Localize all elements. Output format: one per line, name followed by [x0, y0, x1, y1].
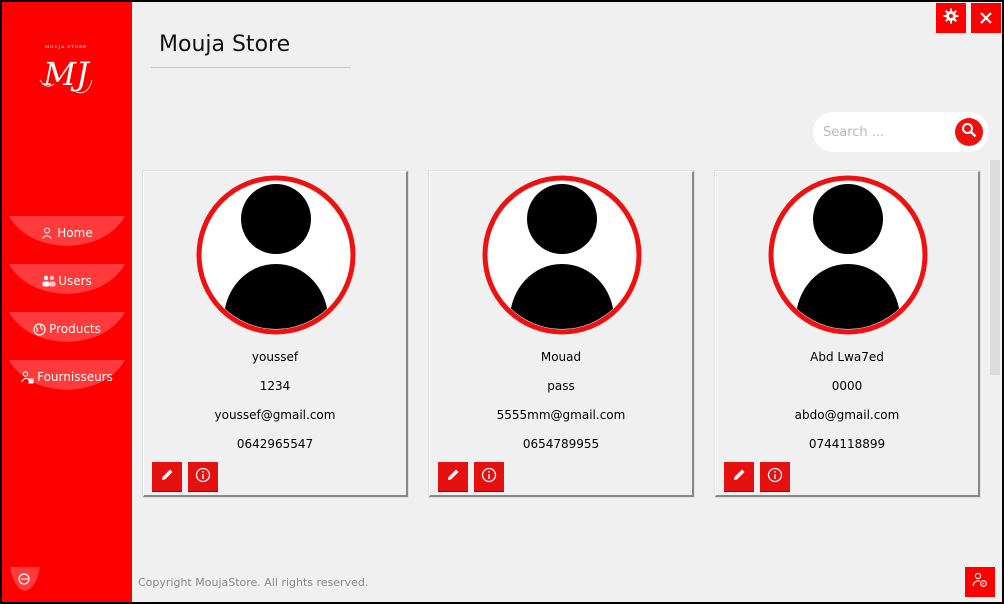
sidebar-item-products[interactable]: Products [9, 312, 125, 342]
svg-text:MJ: MJ [42, 55, 91, 93]
avatar [481, 174, 643, 336]
user-icon [41, 227, 53, 239]
user-email: youssef@gmail.com [214, 408, 336, 422]
close-button[interactable] [971, 3, 1001, 33]
footer-copyright: Copyright MoujaStore. All rights reserve… [138, 576, 369, 589]
user-phone: 0744118899 [808, 437, 886, 451]
user-name: youssef [251, 350, 299, 364]
user-settings-button[interactable] [965, 567, 995, 597]
supplier-icon [21, 371, 34, 384]
page-title: Mouja Store [159, 32, 291, 57]
settings-button[interactable] [936, 3, 966, 33]
globe-icon [33, 323, 46, 336]
user-card: Abd Lwa7ed 0000 abdo@gmail.com 074411889… [715, 171, 980, 497]
pencil-icon [446, 467, 460, 486]
user-name: Mouad [540, 350, 582, 364]
close-icon [980, 9, 992, 28]
search-box [813, 112, 989, 152]
user-password: 0000 [831, 379, 863, 393]
users-icon [42, 275, 56, 287]
user-email: abdo@gmail.com [794, 408, 900, 422]
sidebar-item-fournisseurs[interactable]: Fournisseurs [9, 360, 125, 390]
info-icon [195, 467, 211, 487]
sidebar-item-users[interactable]: Users [9, 264, 125, 294]
pencil-icon [160, 467, 174, 486]
info-button[interactable] [474, 462, 504, 492]
vertical-scrollbar[interactable] [990, 160, 1000, 375]
title-divider [151, 67, 351, 68]
user-phone: 0642965547 [236, 437, 314, 451]
info-button[interactable] [760, 462, 790, 492]
search-input[interactable] [823, 122, 953, 142]
logout-button[interactable] [10, 567, 40, 591]
edit-button[interactable] [152, 462, 182, 492]
svg-text:MOUJA STORE: MOUJA STORE [45, 44, 87, 49]
pencil-icon [732, 467, 746, 486]
app-logo: MOUJA STORE MJ [32, 40, 100, 100]
search-button[interactable] [955, 118, 983, 146]
sidebar-item-label: Products [49, 322, 101, 336]
user-email: 5555mm@gmail.com [496, 408, 626, 422]
user-password: 1234 [259, 379, 291, 393]
avatar [195, 174, 357, 336]
avatar [767, 174, 929, 336]
info-icon [767, 467, 783, 487]
user-password: pass [547, 379, 575, 393]
info-button[interactable] [188, 462, 218, 492]
search-icon [961, 122, 977, 142]
app-window: MOUJA STORE MJ Home Users Products Fourn… [1, 1, 1003, 603]
user-name: Abd Lwa7ed [810, 350, 884, 364]
sidebar-item-label: Users [58, 274, 92, 288]
user-phone: 0654789955 [522, 437, 600, 451]
sidebar-item-label: Home [57, 226, 93, 240]
sidebar: MOUJA STORE MJ Home Users Products Fourn… [2, 2, 132, 602]
user-card: Mouad pass 5555mm@gmail.com 0654789955 [429, 171, 694, 497]
user-card: youssef 1234 youssef@gmail.com 064296554… [143, 171, 408, 497]
user-gear-icon [972, 572, 988, 592]
edit-button[interactable] [438, 462, 468, 492]
info-icon [481, 467, 497, 487]
gear-icon [943, 8, 959, 28]
sidebar-item-home[interactable]: Home [9, 216, 125, 246]
sidebar-item-label: Fournisseurs [37, 370, 113, 384]
edit-button[interactable] [724, 462, 754, 492]
